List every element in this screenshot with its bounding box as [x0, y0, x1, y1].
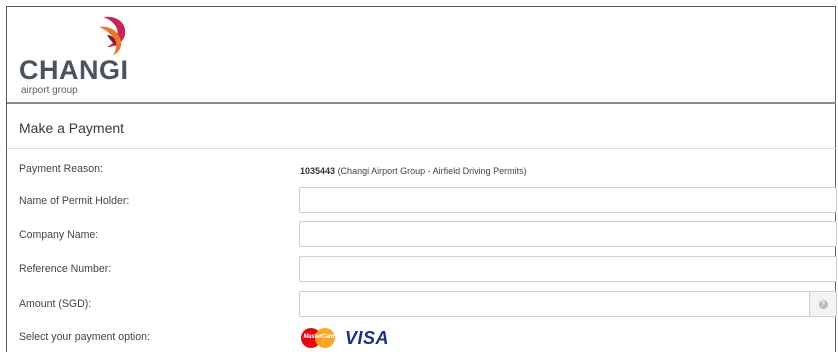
header-divider: [7, 102, 836, 104]
payment-options: MasterCard VISA: [299, 326, 389, 350]
permit-holder-label: Name of Permit Holder:: [19, 195, 130, 207]
question-circle-icon: ?: [818, 299, 828, 309]
mastercard-logo-text: MasterCard: [303, 334, 335, 340]
payment-reason-description: (Changi Airport Group - Airfield Driving…: [337, 166, 527, 176]
payment-reason-value: 1035443 (Changi Airport Group - Airfield…: [300, 166, 527, 176]
amount-help-button[interactable]: ?: [809, 291, 837, 317]
logo-wordmark: CHANGI: [19, 55, 129, 85]
company-name-label: Company Name:: [19, 229, 99, 241]
mastercard-option[interactable]: MasterCard: [299, 326, 341, 350]
company-name-input[interactable]: [299, 221, 837, 247]
title-divider: [7, 148, 836, 149]
page-title: Make a Payment: [19, 120, 125, 136]
payment-reason-code: 1035443: [300, 166, 336, 176]
visa-option[interactable]: VISA: [345, 328, 389, 349]
amount-input[interactable]: [299, 291, 809, 317]
payment-reason-label: Payment Reason:: [19, 163, 103, 175]
changi-logo: CHANGI airport group: [19, 13, 159, 101]
reference-number-input[interactable]: [299, 256, 837, 282]
permit-holder-input[interactable]: [299, 187, 837, 213]
reference-number-label: Reference Number:: [19, 263, 112, 275]
logo-subtitle: airport group: [21, 85, 78, 96]
amount-label: Amount (SGD):: [19, 298, 92, 310]
payment-page: CHANGI airport group Make a Payment Paym…: [6, 6, 837, 352]
payment-option-label: Select your payment option:: [19, 331, 150, 343]
changi-swoosh-icon: [99, 16, 126, 55]
